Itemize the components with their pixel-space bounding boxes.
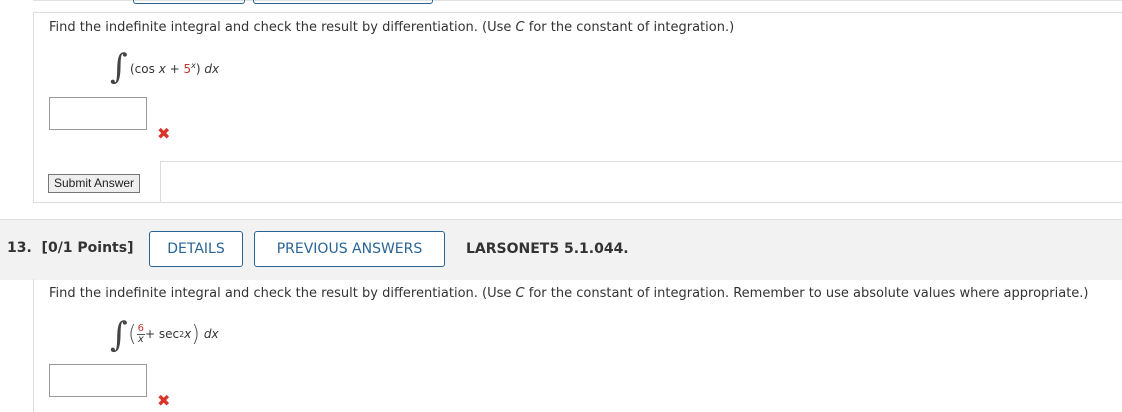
submit-divider: [160, 161, 1122, 202]
integral-sign-icon: ∫: [110, 47, 128, 87]
question-prompt-2: Find the indefinite integral and check t…: [49, 286, 1089, 301]
integrand-base: 5: [183, 62, 192, 76]
details-button[interactable]: DETAILS: [149, 231, 243, 267]
textbook-reference: LARSONET5 5.1.044.: [466, 241, 629, 257]
submit-answer-button[interactable]: Submit Answer: [48, 174, 141, 193]
question-number: 13. [0/1 Points]: [7, 240, 134, 256]
prev-tab-stub: [133, 0, 245, 4]
prompt-text: Find the indefinite integral and check t…: [49, 20, 516, 35]
answer-input-2[interactable]: [49, 364, 147, 397]
prompt-constant: C: [515, 20, 525, 35]
prev-tab-stub-2: [253, 0, 433, 4]
integrand-2: ( 6 x + sec 2 x ) dx: [128, 321, 219, 347]
integral-sign-icon-2: ∫: [110, 315, 128, 355]
fraction: 6 x: [136, 322, 145, 345]
incorrect-icon: ✖: [157, 124, 171, 143]
answer-input[interactable]: [49, 97, 147, 130]
question-prompt: Find the indefinite integral and check t…: [49, 20, 734, 35]
integrand: (cos x + 5x) dx: [130, 61, 220, 76]
incorrect-icon-2: ✖: [157, 391, 171, 410]
prompt-text-end: for the constant of integration.): [524, 20, 735, 35]
previous-answers-button[interactable]: PREVIOUS ANSWERS: [254, 231, 445, 267]
